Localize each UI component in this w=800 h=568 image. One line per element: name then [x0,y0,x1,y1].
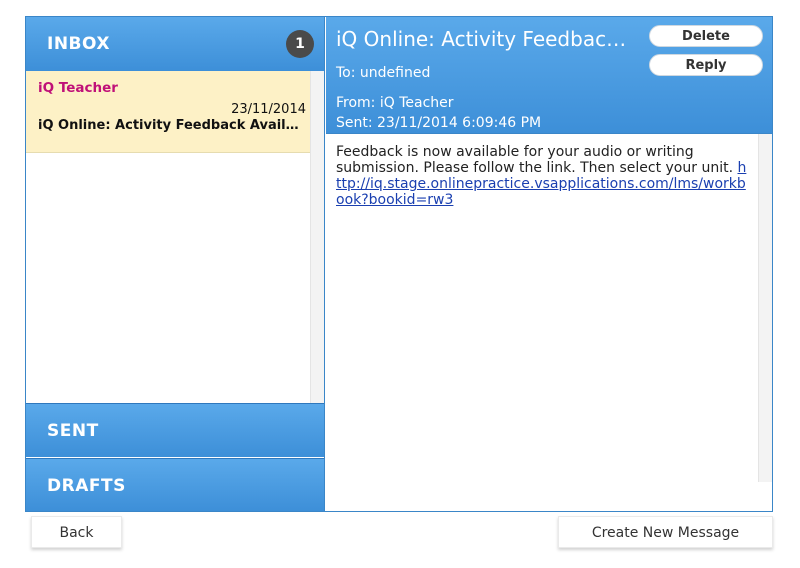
message-list-scrollbar[interactable] [310,71,324,403]
message-body-scrollbar[interactable] [758,134,772,482]
message-body: Feedback is now available for your audio… [326,133,772,482]
reader-subject: iQ Online: Activity Feedback A... [336,27,636,51]
message-body-text: Feedback is now available for your audio… [336,144,734,176]
message-list: iQ Teacher 23/11/2014 iQ Online: Activit… [26,71,324,403]
folder-sent-label: SENT [47,421,99,441]
message-sender: iQ Teacher [38,80,118,96]
message-header: iQ Online: Activity Feedback A... To: un… [326,17,772,133]
reply-button[interactable]: Reply [649,54,763,76]
reading-pane: iQ Online: Activity Feedback A... To: un… [326,17,772,511]
delete-button[interactable]: Delete [649,25,763,47]
folder-pane: INBOX 1 iQ Teacher 23/11/2014 iQ Online:… [26,17,325,511]
reader-from: From: iQ Teacher [336,95,454,111]
folder-drafts[interactable]: DRAFTS [26,458,324,511]
create-new-message-button[interactable]: Create New Message [558,516,773,548]
reader-to: To: undefined [336,65,431,81]
folder-inbox[interactable]: INBOX 1 [26,17,324,71]
folder-inbox-label: INBOX [47,34,110,54]
messaging-panel: INBOX 1 iQ Teacher 23/11/2014 iQ Online:… [25,16,773,512]
message-date: 23/11/2014 [231,102,306,117]
message-subject: iQ Online: Activity Feedback Availa... [38,118,306,133]
unread-count-badge: 1 [286,30,314,58]
back-button[interactable]: Back [31,516,122,548]
list-item[interactable]: iQ Teacher 23/11/2014 iQ Online: Activit… [26,71,310,153]
folder-sent[interactable]: SENT [26,403,324,457]
reader-sent: Sent: 23/11/2014 6:09:46 PM [336,115,542,131]
folder-drafts-label: DRAFTS [47,476,126,496]
